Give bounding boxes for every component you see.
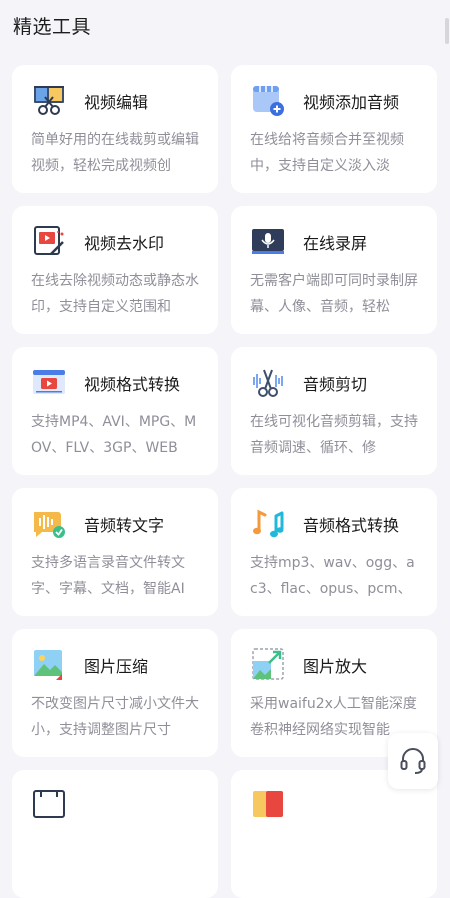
tool-description: 在线去除视频动态或静态水印，支持自定义范围和 <box>31 273 199 315</box>
remove-watermark-icon <box>32 224 66 258</box>
tool-card-online-screen-record[interactable]: 在线录屏 无需客户端即可同时录制屏幕、人像、音频，轻松 <box>231 206 437 334</box>
tool-description: 简单好用的在线裁剪或编辑视频，轻松完成视频创 <box>31 132 199 174</box>
music-note-icon <box>251 506 285 540</box>
video-add-audio-icon <box>251 83 285 117</box>
tool-description: 在线可视化音频剪辑，支持音频调速、循环、修 <box>250 414 418 456</box>
screen-record-icon <box>251 224 285 258</box>
tool-description: 支持MP4、AVI、MPG、MOV、FLV、3GP、WEB <box>31 414 197 456</box>
audio-cut-icon <box>251 365 285 399</box>
tool-description: 在线给将音频合并至视频中，支持自定义淡入淡 <box>250 132 404 174</box>
customer-service-button[interactable] <box>388 733 438 789</box>
tool-title: 视频编辑 <box>84 93 149 112</box>
tool-title: 视频去水印 <box>84 234 165 253</box>
tool-title: 音频转文字 <box>84 516 165 535</box>
tool-card-video-remove-watermark[interactable]: 视频去水印 在线去除视频动态或静态水印，支持自定义范围和 <box>12 206 218 334</box>
tool-description: 支持多语言录音文件转文字、字幕、文档，智能AI <box>31 555 185 597</box>
tool-card-audio-format-convert[interactable]: 音频格式转换 支持mp3、wav、ogg、ac3、flac、opus、pcm、 <box>231 488 437 616</box>
video-format-icon <box>32 365 66 399</box>
tool-card-video-edit[interactable]: 视频编辑 简单好用的在线裁剪或编辑视频，轻松完成视频创 <box>12 65 218 193</box>
tool-description: 无需客户端即可同时录制屏幕、人像、音频，轻松 <box>250 273 418 315</box>
headset-icon <box>400 748 426 774</box>
image-compress-icon <box>32 647 66 681</box>
tool-title: 图片压缩 <box>84 657 149 676</box>
tool-title: 音频剪切 <box>303 375 368 394</box>
audio-to-text-icon <box>32 506 66 540</box>
tool-title: 在线录屏 <box>303 234 368 253</box>
tool-description: 支持mp3、wav、ogg、ac3、flac、opus、pcm、 <box>250 555 415 597</box>
tool-card-video-format-convert[interactable]: 视频格式转换 支持MP4、AVI、MPG、MOV、FLV、3GP、WEB <box>12 347 218 475</box>
tool-card-partial-left[interactable] <box>12 770 218 898</box>
tool-title: 视频格式转换 <box>84 375 181 394</box>
scrollbar[interactable] <box>445 18 449 44</box>
tool-card-image-compress[interactable]: 图片压缩 不改变图片尺寸减小文件大小，支持调整图片尺寸 <box>12 629 218 757</box>
image-upscale-icon <box>251 647 285 681</box>
page-title: 精选工具 <box>13 16 92 38</box>
video-edit-icon <box>32 83 66 117</box>
tool-card-audio-to-text[interactable]: 音频转文字 支持多语言录音文件转文字、字幕、文档，智能AI <box>12 488 218 616</box>
tool-card-partial-right[interactable] <box>231 770 437 898</box>
tools-grid: 视频编辑 简单好用的在线裁剪或编辑视频，轻松完成视频创 视频添加音频 在线给将音… <box>12 65 437 898</box>
tool-title: 视频添加音频 <box>303 93 400 112</box>
video-tool-icon <box>32 788 66 822</box>
tool-description: 不改变图片尺寸减小文件大小，支持调整图片尺寸 <box>31 696 199 738</box>
image-tool-icon <box>251 788 285 822</box>
tool-card-audio-cut[interactable]: 音频剪切 在线可视化音频剪辑，支持音频调速、循环、修 <box>231 347 437 475</box>
tool-title: 音频格式转换 <box>303 516 400 535</box>
tool-title: 图片放大 <box>303 657 368 676</box>
tool-card-video-add-audio[interactable]: 视频添加音频 在线给将音频合并至视频中，支持自定义淡入淡 <box>231 65 437 193</box>
